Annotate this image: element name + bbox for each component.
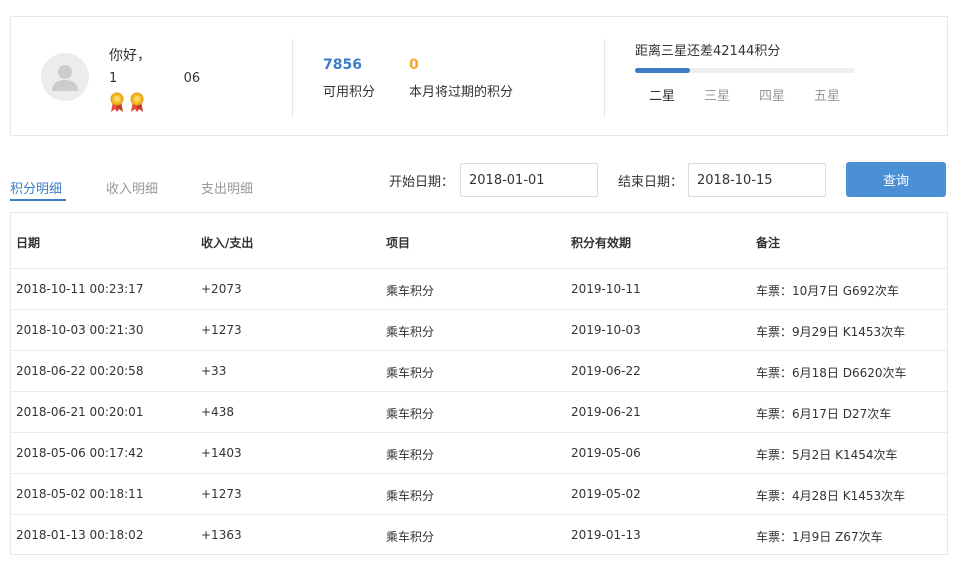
table-row: 2018-05-02 00:18:11 +1273 乘车积分 2019-05-02 车票… [11,474,947,515]
level-progress-track [635,68,855,73]
header-note: 备注 [756,236,781,250]
cell-note: 车票：1月9日 Z67次车 [756,530,883,544]
tab-income-detail[interactable]: 收入明细 [106,178,158,197]
start-date-label: 开始日期： [389,175,455,190]
cell-date: 2018-10-11 00:23:17 [16,282,144,296]
cell-date: 2018-05-06 00:17:42 [16,446,144,460]
cell-amount: +1363 [201,528,242,542]
cell-note: 车票：5月2日 K1454次车 [756,448,898,462]
points-summary-card: 你好， 1 06 7856 可用积分 0 本月将过期的积分 距离三星还差4214… [10,16,948,136]
points-table: 日期 收入/支出 项目 积分有效期 备注 2018-10-11 00:23:17… [10,212,948,555]
avatar [41,53,89,101]
cell-note: 车票：10月7日 G692次车 [756,284,899,298]
cell-expiry: 2019-06-21 [571,405,641,419]
cell-note: 车票：6月17日 D27次车 [756,407,892,421]
cell-item: 乘车积分 [386,407,435,421]
cell-item: 乘车积分 [386,366,435,380]
end-date-label: 结束日期： [618,175,684,190]
level-item-5star: 五星 [814,89,841,104]
cell-date: 2018-06-21 00:20:01 [16,405,144,419]
active-tab-indicator [10,199,66,201]
tab-expense-detail[interactable]: 支出明细 [201,178,253,197]
table-header-row: 日期 收入/支出 项目 积分有效期 备注 [11,213,947,269]
cell-date: 2018-06-22 00:20:58 [16,364,144,378]
end-date-input[interactable] [688,163,826,197]
table-row: 2018-06-21 00:20:01 +438 乘车积分 2019-06-21 车票：… [11,392,947,433]
start-date-input[interactable] [460,163,598,197]
medals [108,91,148,117]
cell-amount: +33 [201,364,227,378]
cell-expiry: 2019-01-13 [571,528,641,542]
divider [604,39,605,117]
cell-expiry: 2019-05-02 [571,487,641,501]
table-row: 2018-06-22 00:20:58 +33 乘车积分 2019-06-22 车票：6… [11,351,947,392]
divider [292,39,293,117]
table-row: 2018-01-13 00:18:02 +1363 乘车积分 2019-01-13 车票… [11,515,947,556]
cell-item: 乘车积分 [386,530,435,544]
cell-item: 乘车积分 [386,448,435,462]
expiring-points-value: 0 [409,57,419,73]
cell-expiry: 2019-05-06 [571,446,641,460]
cell-amount: +438 [201,405,234,419]
cell-item: 乘车积分 [386,284,435,298]
cell-date: 2018-10-03 00:21:30 [16,323,144,337]
table-row: 2018-10-03 00:21:30 +1273 乘车积分 2019-10-03 车票… [11,310,947,351]
cell-note: 车票：6月18日 D6620次车 [756,366,907,380]
level-item-3star: 三星 [704,89,731,104]
cell-amount: +2073 [201,282,242,296]
cell-item: 乘车积分 [386,489,435,503]
cell-amount: +1273 [201,487,242,501]
table-row: 2018-10-11 00:23:17 +2073 乘车积分 2019-10-11 车票… [11,269,947,310]
cell-amount: +1273 [201,323,242,337]
cell-expiry: 2019-10-11 [571,282,641,296]
cell-note: 车票：9月29日 K1453次车 [756,325,906,339]
available-points-value: 7856 [323,57,362,73]
medal-icon [110,92,144,112]
available-points-label: 可用积分 [323,85,376,100]
expiring-points-label: 本月将过期的积分 [409,85,514,100]
cell-expiry: 2019-10-03 [571,323,641,337]
cell-date: 2018-01-13 00:18:02 [16,528,144,542]
user-icon [52,65,78,91]
cell-item: 乘车积分 [386,325,435,339]
level-item-2star: 二星 [649,89,676,104]
cell-date: 2018-05-02 00:18:11 [16,487,144,501]
header-expiry: 积分有效期 [571,236,632,250]
query-button[interactable]: 查询 [846,162,946,197]
header-date: 日期 [16,236,41,250]
greeting: 你好， [109,48,151,64]
user-id-suffix: 06 [183,71,201,86]
level-remaining-text: 距离三星还差42144积分 [635,44,781,59]
tab-points-detail[interactable]: 积分明细 [10,178,62,197]
cell-amount: +1403 [201,446,242,460]
cell-note: 车票：4月28日 K1453次车 [756,489,906,503]
level-item-4star: 四星 [759,89,786,104]
header-amount: 收入/支出 [201,236,254,250]
header-item: 项目 [386,236,411,250]
cell-expiry: 2019-06-22 [571,364,641,378]
level-progress-fill [635,68,690,73]
table-row: 2018-05-06 00:17:42 +1403 乘车积分 2019-05-06 车票… [11,433,947,474]
user-id-prefix: 1 [109,71,118,86]
user-id: 1 06 [109,71,200,86]
